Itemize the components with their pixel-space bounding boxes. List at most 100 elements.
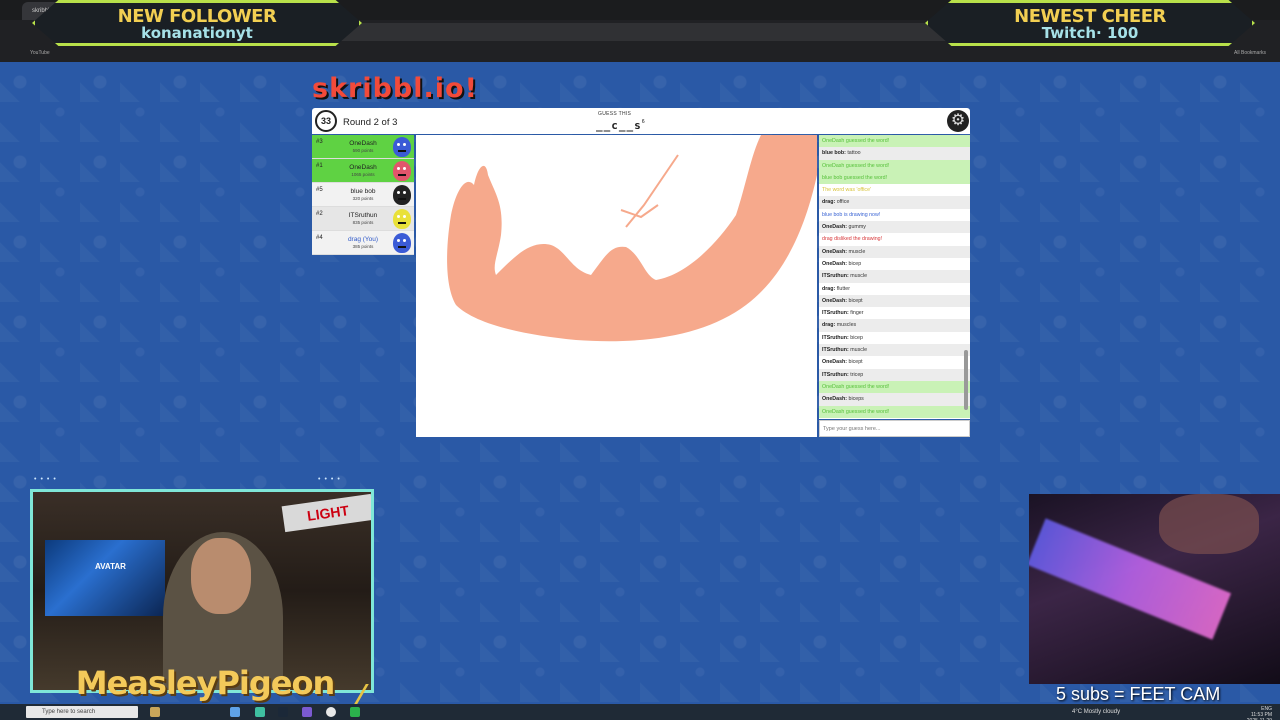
- chat-message: The word was 'office': [819, 184, 970, 196]
- chat-message: drag: muscles: [819, 319, 970, 332]
- chat-message: drag disliked the drawing!: [819, 233, 970, 245]
- feet-cam-goal: 5 subs = FEET CAM: [1056, 684, 1221, 704]
- chat-message: blue bob: tattoo: [819, 147, 970, 160]
- cam-frame-dots: ••••: [318, 476, 344, 483]
- player-points: 385 points: [352, 244, 374, 249]
- chat-author: ITSruthun:: [822, 273, 849, 280]
- streamer-webcam: AVATAR LIGHT: [30, 489, 374, 693]
- app-icon[interactable]: [230, 707, 240, 717]
- chat-author: blue bob:: [822, 150, 846, 157]
- chat-message: OneDash: biceps: [819, 393, 970, 406]
- drawing-stroke-arm: [447, 135, 817, 342]
- chat-text: tricep: [850, 371, 864, 378]
- chat-text: muscle: [850, 273, 868, 280]
- windows-taskbar: Type here to search 4°C Mostly cloudy EN…: [0, 704, 1280, 720]
- chat-author: ITSruthun:: [822, 371, 849, 378]
- chat-author: drag:: [822, 285, 836, 292]
- beer-sign: LIGHT: [281, 493, 371, 533]
- taskbar-search[interactable]: Type here to search: [26, 706, 138, 718]
- player-name: OneDash: [349, 164, 377, 171]
- player-row[interactable]: #5 blue bob 320 points: [312, 183, 414, 207]
- chat-author: OneDash:: [822, 297, 848, 304]
- app-icon[interactable]: [302, 707, 312, 717]
- chat-message: ITSruthun: muscle: [819, 344, 970, 357]
- chat-author: drag:: [822, 322, 836, 329]
- chat-message: OneDash: gummy: [819, 221, 970, 234]
- system-tray: ENG 11:53 PM 2025-11-29: [1247, 706, 1272, 720]
- game-header: 33 Round 2 of 3 GUESS THIS __c__s6 ⚙: [312, 108, 970, 134]
- timer-clock-icon: 33: [315, 110, 337, 132]
- tv-text: AVATAR: [95, 562, 126, 571]
- player-avatar-icon: [393, 209, 411, 229]
- chat-author: OneDash:: [822, 359, 848, 366]
- chat-message: OneDash guessed the word!: [819, 380, 970, 394]
- player-avatar-icon: [393, 185, 411, 205]
- chat-text: bicept: [848, 359, 863, 366]
- chat-message: drag: office: [819, 196, 970, 209]
- guess-this-label: GUESS THIS: [598, 111, 632, 117]
- chat-message: OneDash guessed the word!: [819, 405, 970, 418]
- chat-text: tattoo: [847, 150, 861, 157]
- file-explorer-icon[interactable]: [150, 707, 160, 717]
- chat-text: OneDash guessed the word!: [822, 383, 890, 390]
- player-rank: #2: [316, 211, 323, 217]
- chat-text: bicep: [850, 334, 863, 341]
- drawing-canvas[interactable]: [416, 135, 817, 437]
- chat-input[interactable]: [819, 420, 970, 437]
- player-avatar-icon: [393, 161, 411, 181]
- chat-text: The word was 'office': [822, 187, 872, 194]
- chat-text: office: [836, 199, 850, 206]
- drawing-svg: [447, 135, 817, 342]
- chat-author: OneDash:: [822, 260, 848, 267]
- player-name: blue bob: [350, 188, 376, 195]
- player-points: 835 points: [352, 220, 374, 225]
- player-points: 590 points: [352, 148, 374, 153]
- round-indicator: Round 2 of 3: [343, 117, 398, 128]
- newest-cheer-alert: NEWEST CHEER Twitch· 100: [925, 0, 1255, 50]
- keyboard-webcam: [1029, 494, 1280, 684]
- settings-gear-icon[interactable]: ⚙: [947, 110, 969, 132]
- word-hint-text: __c__s: [596, 119, 642, 132]
- follower-name: konanationyt: [141, 24, 253, 42]
- chat-message: OneDash: bicept: [819, 294, 970, 308]
- chat-scrollbar[interactable]: [964, 350, 968, 410]
- chat-log: OneDash guessed the word! blue bob: tatto…: [819, 135, 970, 419]
- chat-text: bicep: [848, 260, 862, 267]
- chat-message: blue bob is drawing now!: [819, 209, 970, 221]
- chat-message: ITSruthun: bicep: [819, 332, 970, 344]
- chat-text: blue bob guessed the word!: [822, 174, 888, 181]
- player-row[interactable]: #1 OneDash 1065 points: [312, 159, 414, 183]
- chat-author: OneDash:: [822, 224, 848, 231]
- player-rank: #5: [316, 187, 323, 193]
- chat-author: OneDash:: [822, 396, 848, 403]
- streamer-head: [191, 538, 251, 614]
- player-points: 1065 points: [351, 172, 375, 177]
- chat-message: OneDash guessed the word!: [819, 135, 970, 148]
- player-name: drag (You): [347, 236, 379, 243]
- player-rank: #4: [316, 235, 323, 241]
- new-follower-alert: NEW FOLLOWER konanationyt: [32, 0, 362, 50]
- chrome-icon[interactable]: [326, 707, 336, 717]
- chat-message: blue bob guessed the word!: [819, 171, 970, 185]
- player-row[interactable]: #4 drag (You) 385 points: [312, 231, 414, 255]
- chat-text: bicept: [848, 297, 863, 304]
- chat-text: muscle: [848, 248, 866, 255]
- chat-message: OneDash: bicep: [819, 258, 970, 270]
- player-name: OneDash: [349, 140, 377, 147]
- chat-text: OneDash guessed the word!: [822, 162, 890, 169]
- chat-text: finger: [850, 310, 864, 317]
- weather-widget[interactable]: 4°C Mostly cloudy: [1072, 709, 1120, 715]
- app-icon[interactable]: [255, 707, 265, 717]
- cam-frame-dots: ••••: [34, 476, 60, 483]
- word-length: 6: [641, 119, 646, 125]
- chat-message: OneDash: muscle: [819, 245, 970, 258]
- chat-author: drag:: [822, 199, 836, 206]
- player-row[interactable]: #2 ITSruthun 835 points: [312, 207, 414, 231]
- app-icon[interactable]: [350, 707, 360, 717]
- webcam-tv: AVATAR: [45, 540, 165, 616]
- chat-text: flutter: [836, 285, 850, 292]
- chat-text: drag disliked the drawing!: [822, 236, 883, 243]
- player-row[interactable]: #3 OneDash 590 points: [312, 135, 414, 159]
- steam-icon[interactable]: [278, 707, 288, 717]
- chat-text: blue bob is drawing now!: [822, 211, 881, 218]
